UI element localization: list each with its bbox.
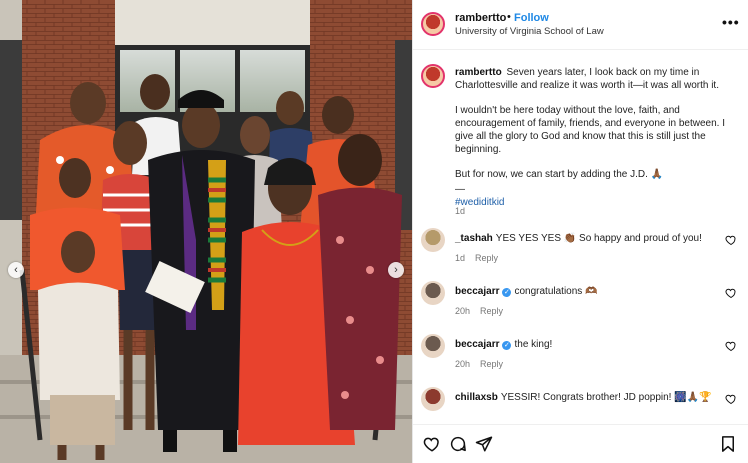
- follow-button[interactable]: Follow: [514, 12, 549, 24]
- caption-text: rambertto Seven years later, I look back…: [455, 66, 737, 209]
- post-photo[interactable]: ‹ ›: [0, 0, 412, 463]
- chevron-right-icon[interactable]: ›: [388, 262, 404, 278]
- comment-item: beccajarr ✓ the king! 20h Reply: [413, 334, 748, 384]
- heart-icon[interactable]: [725, 393, 737, 405]
- comment-username[interactable]: chillaxsb: [455, 392, 498, 403]
- avatar[interactable]: [421, 281, 445, 305]
- reply-button[interactable]: Reply: [480, 306, 503, 316]
- comment-username[interactable]: _tashah: [455, 233, 493, 244]
- caption-username[interactable]: rambertto: [455, 67, 502, 78]
- avatar[interactable]: [421, 64, 445, 88]
- avatar[interactable]: [421, 334, 445, 358]
- avatar[interactable]: [421, 387, 445, 411]
- verified-icon: ✓: [502, 288, 512, 297]
- heart-icon[interactable]: [725, 234, 737, 246]
- post-header: rambertto • Follow University of Virgini…: [413, 0, 748, 50]
- chevron-left-icon[interactable]: ‹: [8, 262, 24, 278]
- comment-meta: 20h Reply: [455, 306, 503, 316]
- post-sidebar: rambertto • Follow University of Virgini…: [412, 0, 748, 463]
- comment-meta: 1d Reply: [455, 253, 498, 263]
- comment-timestamp: 1d: [455, 253, 466, 263]
- location-link[interactable]: University of Virginia School of Law: [455, 26, 604, 37]
- action-bar: [413, 424, 748, 463]
- comment-item: beccajarr ✓ congratulations 🫶🏾 20h Reply: [413, 281, 748, 331]
- more-icon[interactable]: •••: [722, 14, 740, 30]
- heart-icon[interactable]: [725, 287, 737, 299]
- heart-icon[interactable]: [725, 340, 737, 352]
- instagram-post-modal: ‹ › rambertto • Follow University of Vir…: [0, 0, 748, 463]
- header-username[interactable]: rambertto: [455, 12, 506, 24]
- verified-icon: ✓: [502, 341, 512, 350]
- comment-timestamp: 20h: [455, 359, 471, 369]
- comment-item: _tashah YES YES YES 👏🏾 So happy and proud…: [413, 228, 748, 278]
- separator-dot: •: [507, 11, 511, 23]
- comment-body: chillaxsb YESSIR! Congrats brother! JD po…: [455, 392, 712, 403]
- caption-timestamp: 1d: [455, 206, 466, 216]
- caption-paragraph-2: I wouldn't be here today without the lov…: [455, 105, 725, 155]
- reply-button[interactable]: Reply: [480, 359, 503, 369]
- comment-body: beccajarr ✓ congratulations 🫶🏾: [455, 286, 598, 297]
- caption-separator: —: [455, 184, 465, 195]
- comment-username[interactable]: beccajarr: [455, 286, 499, 297]
- comment-body: _tashah YES YES YES 👏🏾 So happy and proud…: [455, 233, 702, 244]
- hashtag-link[interactable]: #wediditkid: [455, 196, 737, 209]
- comment-text: congratulations 🫶🏾: [514, 286, 598, 297]
- comment-icon[interactable]: [449, 435, 467, 453]
- comment-text: the king!: [514, 339, 553, 350]
- bookmark-icon[interactable]: [719, 435, 737, 453]
- share-icon[interactable]: [475, 435, 493, 453]
- comment-username[interactable]: beccajarr: [455, 339, 499, 350]
- avatar[interactable]: [421, 228, 445, 252]
- comment-text: YESSIR! Congrats brother! JD poppin! 🎆🙏🏾…: [500, 392, 712, 403]
- caption-paragraph-3: But for now, we can start by adding the …: [455, 169, 664, 180]
- comment-meta: 20h Reply: [455, 359, 503, 369]
- avatar[interactable]: [421, 12, 445, 36]
- comment-timestamp: 20h: [455, 306, 471, 316]
- reply-button[interactable]: Reply: [475, 253, 498, 263]
- heart-icon[interactable]: [423, 435, 441, 453]
- comment-body: beccajarr ✓ the king!: [455, 339, 552, 350]
- comment-text: YES YES YES 👏🏾 So happy and proud of you…: [495, 233, 702, 244]
- graduation-group-photo: [0, 0, 412, 463]
